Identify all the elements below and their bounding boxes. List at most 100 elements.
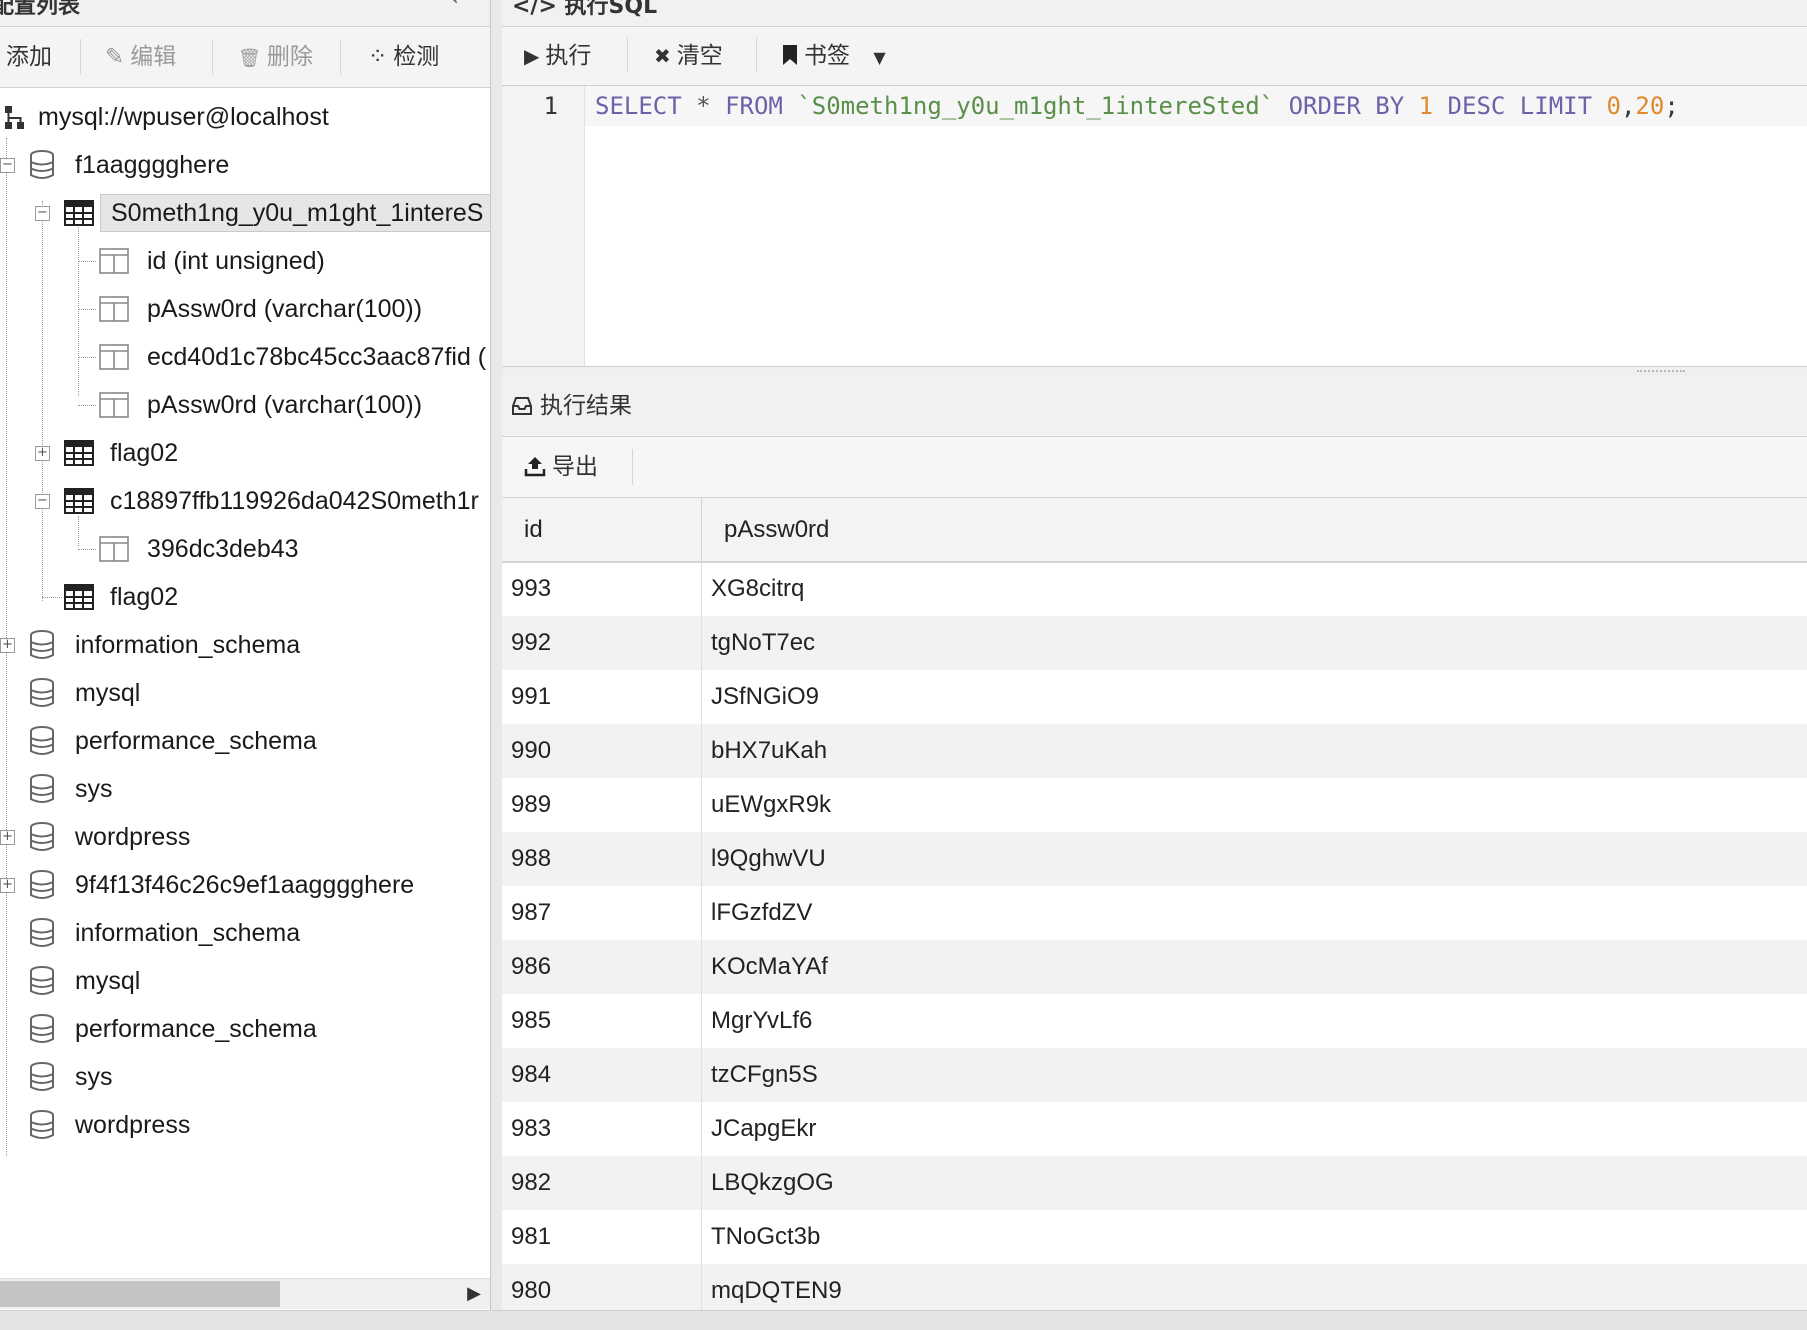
tree-database-node[interactable]: + 9f4f13f46c26c9ef1aagggghere xyxy=(0,864,490,906)
cell-id[interactable]: 993 xyxy=(511,562,551,616)
table-row[interactable]: 982 LBQkzgOG xyxy=(502,1156,1807,1210)
collapse-toggle-icon[interactable]: − xyxy=(35,494,50,509)
table-row[interactable]: 992 tgNoT7ec xyxy=(502,616,1807,670)
tree-horizontal-scrollbar[interactable]: ▶ xyxy=(0,1278,490,1309)
database-label: information_schema xyxy=(75,631,301,659)
cell-id[interactable]: 989 xyxy=(511,778,551,832)
scroll-right-icon[interactable]: ▶ xyxy=(464,1279,484,1309)
cell-id[interactable]: 992 xyxy=(511,616,551,670)
tree-table-node[interactable]: − c18897ffb119926da042S0meth1r xyxy=(0,480,490,522)
database-icon xyxy=(30,726,54,755)
table-row[interactable]: 985 MgrYvLf6 xyxy=(502,994,1807,1048)
sql-code-line[interactable]: SELECT * FROM `S0meth1ng_y0u_m1ght_1inte… xyxy=(585,86,1807,126)
cell-id[interactable]: 981 xyxy=(511,1210,551,1264)
cell-id[interactable]: 988 xyxy=(511,832,551,886)
clear-button[interactable]: ✖ 清空 xyxy=(654,27,723,85)
table-row[interactable]: 980 mqDQTEN9 xyxy=(502,1264,1807,1310)
tree-database-node[interactable]: mysql xyxy=(0,672,490,714)
add-connection-button[interactable]: 添加 xyxy=(6,27,52,87)
cell-id[interactable]: 991 xyxy=(511,670,551,724)
cell-password[interactable]: l9QghwVU xyxy=(711,832,826,886)
table-row[interactable]: 993 XG8citrq xyxy=(502,562,1807,616)
cell-password[interactable]: KOcMaYAf xyxy=(711,940,828,994)
expand-toggle-icon[interactable]: + xyxy=(35,446,50,461)
cell-password[interactable]: uEWgxR9k xyxy=(711,778,831,832)
table-row[interactable]: 991 JSfNGiO9 xyxy=(502,670,1807,724)
tree-table-node[interactable]: flag02 xyxy=(0,576,490,618)
tree-database-node[interactable]: − f1aagggghere xyxy=(0,144,490,186)
cell-id[interactable]: 983 xyxy=(511,1102,551,1156)
tree-connection-node[interactable]: mysql://wpuser@localhost xyxy=(0,96,490,138)
tree-column-node[interactable]: ecd40d1c78bc45cc3aac87fid ( xyxy=(0,336,490,378)
table-row[interactable]: 988 l9QghwVU xyxy=(502,832,1807,886)
bookmark-dropdown-button[interactable]: 书签 ▼ xyxy=(782,27,886,85)
cell-password[interactable]: bHX7uKah xyxy=(711,724,827,778)
cell-password[interactable]: tzCFgn5S xyxy=(711,1048,818,1102)
tree-table-node-selected[interactable]: − S0meth1ng_y0u_m1ght_1intereS xyxy=(0,192,490,234)
table-row[interactable]: 983 JCapgEkr xyxy=(502,1102,1807,1156)
tree-database-node[interactable]: + information_schema xyxy=(0,624,490,666)
cell-password[interactable]: LBQkzgOG xyxy=(711,1156,834,1210)
edit-connection-button[interactable]: ✎ 编辑 xyxy=(105,27,176,87)
cell-password[interactable]: tgNoT7ec xyxy=(711,616,815,670)
execute-label: 执行 xyxy=(545,43,592,69)
table-row[interactable]: 990 bHX7uKah xyxy=(502,724,1807,778)
cell-password[interactable]: mqDQTEN9 xyxy=(711,1264,842,1310)
tree-database-node[interactable]: mysql xyxy=(0,960,490,1002)
expand-toggle-icon[interactable]: + xyxy=(0,830,15,845)
column-icon xyxy=(99,536,129,562)
tree-column-node[interactable]: 396dc3deb43 xyxy=(0,528,490,570)
tree-database-node[interactable]: information_schema xyxy=(0,912,490,954)
column-label: pAssw0rd (varchar(100)) xyxy=(147,391,423,419)
table-row[interactable]: 981 TNoGct3b xyxy=(502,1210,1807,1264)
tree-database-node[interactable]: sys xyxy=(0,1056,490,1098)
tree-column-node[interactable]: id (int unsigned) xyxy=(0,240,490,282)
column-header-id[interactable]: id xyxy=(524,498,543,561)
export-button[interactable]: 导出 xyxy=(524,437,598,497)
expand-toggle-icon[interactable]: + xyxy=(0,878,15,893)
cell-password[interactable]: XG8citrq xyxy=(711,562,804,616)
table-row[interactable]: 986 KOcMaYAf xyxy=(502,940,1807,994)
sql-editor[interactable]: 1 SELECT * FROM `S0meth1ng_y0u_m1ght_1in… xyxy=(502,86,1807,367)
cell-password[interactable]: MgrYvLf6 xyxy=(711,994,812,1048)
database-tree: mysql://wpuser@localhost − f1aagggghere … xyxy=(0,96,490,1276)
table-row[interactable]: 984 tzCFgn5S xyxy=(502,1048,1807,1102)
collapse-panel-icon[interactable]: ‹ xyxy=(450,0,459,11)
database-label: sys xyxy=(75,775,113,803)
table-icon xyxy=(64,584,94,610)
cell-password[interactable]: JSfNGiO9 xyxy=(711,670,819,724)
column-icon xyxy=(99,248,129,274)
cell-id[interactable]: 984 xyxy=(511,1048,551,1102)
cell-id[interactable]: 980 xyxy=(511,1264,551,1310)
cell-id[interactable]: 987 xyxy=(511,886,551,940)
tree-table-node[interactable]: + flag02 xyxy=(0,432,490,474)
cell-id[interactable]: 982 xyxy=(511,1156,551,1210)
cell-password[interactable]: JCapgEkr xyxy=(711,1102,816,1156)
connection-toolbar: 添加 ✎ 编辑 🗑 删除 ⁘ 检测 xyxy=(0,27,490,88)
cell-id[interactable]: 990 xyxy=(511,724,551,778)
cell-id[interactable]: 985 xyxy=(511,994,551,1048)
tree-database-node[interactable]: + wordpress xyxy=(0,816,490,858)
collapse-toggle-icon[interactable]: − xyxy=(35,206,50,221)
tree-database-node[interactable]: performance_schema xyxy=(0,720,490,762)
collapse-toggle-icon[interactable]: − xyxy=(0,158,15,173)
tree-database-node[interactable]: wordpress xyxy=(0,1104,490,1146)
execute-button[interactable]: ▶ 执行 xyxy=(524,27,591,85)
tree-database-node[interactable]: performance_schema xyxy=(0,1008,490,1050)
cell-password[interactable]: lFGzfdZV xyxy=(711,886,812,940)
column-resize-handle[interactable] xyxy=(701,498,702,561)
close-icon: ✖ xyxy=(654,44,671,68)
cell-password[interactable]: TNoGct3b xyxy=(711,1210,820,1264)
panel-splitter[interactable] xyxy=(502,367,1807,376)
table-row[interactable]: 989 uEWgxR9k xyxy=(502,778,1807,832)
detect-connection-button[interactable]: ⁘ 检测 xyxy=(368,27,439,87)
expand-toggle-icon[interactable]: + xyxy=(0,638,15,653)
tree-column-node[interactable]: pAssw0rd (varchar(100)) xyxy=(0,288,490,330)
tree-database-node[interactable]: sys xyxy=(0,768,490,810)
tree-column-node[interactable]: pAssw0rd (varchar(100)) xyxy=(0,384,490,426)
delete-connection-button[interactable]: 🗑 删除 xyxy=(238,27,313,87)
column-header-password[interactable]: pAssw0rd xyxy=(724,498,829,561)
cell-id[interactable]: 986 xyxy=(511,940,551,994)
table-row[interactable]: 987 lFGzfdZV xyxy=(502,886,1807,940)
scrollbar-thumb[interactable] xyxy=(0,1281,280,1307)
